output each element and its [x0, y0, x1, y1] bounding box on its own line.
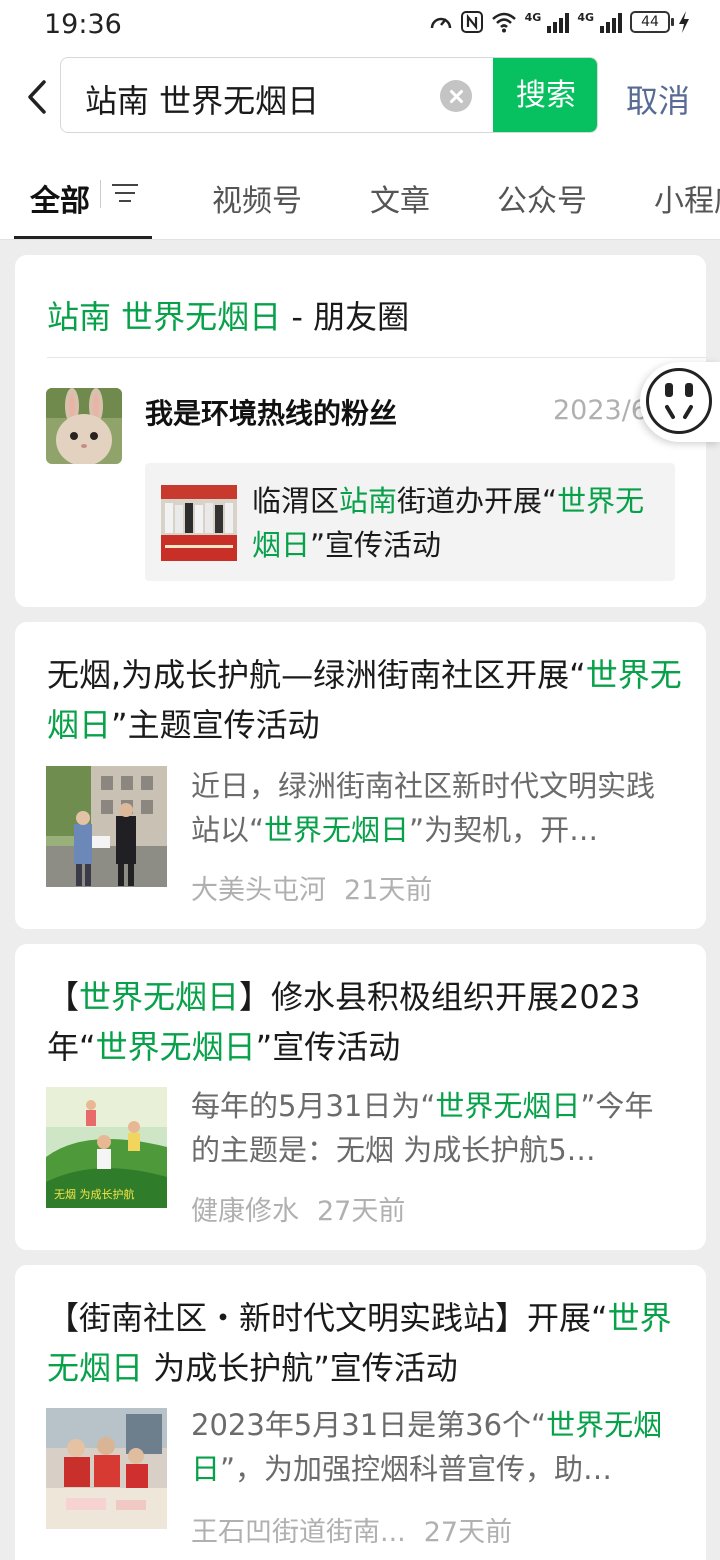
avatar[interactable] [46, 388, 122, 464]
shared-link-thumbnail [161, 485, 237, 561]
status-bar: 19:36 4G 4G 44 [0, 0, 720, 52]
tab-all[interactable]: 全部 [30, 176, 90, 220]
active-tab-indicator [14, 236, 152, 239]
tab-articles[interactable]: 文章 [370, 176, 430, 220]
article-meta: 王石凹街道街南... 27天前 [191, 1510, 512, 1549]
wifi-icon [491, 12, 516, 33]
speed-gauge-icon [430, 17, 451, 29]
filter-icon[interactable] [112, 182, 140, 204]
svg-text:无烟 为成长护航: 无烟 为成长护航 [54, 1187, 135, 1201]
moments-title-highlight: 站南 世界无烟日 [47, 298, 282, 336]
article-thumbnail [46, 766, 167, 887]
search-input[interactable]: 站南 世界无烟日 [85, 76, 319, 122]
moments-result-card[interactable]: 站南 世界无烟日 - 朋友圈 我是环境热线的粉丝 2023/6 临渭区站南街道办… [15, 255, 706, 607]
signal-icon-2 [600, 11, 622, 33]
search-button[interactable]: 搜索 [493, 58, 597, 132]
article-source[interactable]: 健康修水 [191, 1196, 299, 1227]
article-time: 27天前 [317, 1196, 406, 1227]
article-result-card[interactable]: 【世界无烟日】修水县积极组织开展2023年“世界无烟日”宣传活动 无烟 为成长护… [15, 944, 706, 1250]
nfc-icon [460, 11, 483, 33]
article-thumbnail [46, 1408, 167, 1529]
article-time: 21天前 [344, 875, 433, 906]
search-header: 站南 世界无烟日 搜索 取消 [0, 52, 720, 152]
article-meta: 健康修水 27天前 [191, 1189, 405, 1228]
battery-icon: 44 [630, 11, 674, 33]
article-description: 2023年5月31日是第36个“世界无烟日”，为加强控烟科普宣传，助… [191, 1408, 663, 1486]
article-title[interactable]: 无烟,为成长护航—绿洲街南社区开展“世界无烟日”主题宣传活动 [47, 650, 687, 750]
moments-title-suffix: - 朋友圈 [281, 298, 410, 336]
floating-assistant-button[interactable] [640, 362, 720, 442]
tab-official-accounts[interactable]: 公众号 [497, 176, 587, 220]
article-title[interactable]: 【世界无烟日】修水县积极组织开展2023年“世界无烟日”宣传活动 [47, 972, 687, 1072]
charging-bolt-icon [679, 11, 689, 33]
shared-link-title: 临渭区站南街道办开展“世界无烟日”宣传活动 [252, 484, 645, 562]
article-description: 每年的5月31日为“世界无烟日”今年的主题是：无烟 为成长护航5… [191, 1089, 654, 1167]
article-source[interactable]: 大美头屯河 [191, 875, 326, 906]
poster-name[interactable]: 我是环境热线的粉丝 [145, 392, 397, 432]
article-result-card[interactable]: 无烟,为成长护航—绿洲街南社区开展“世界无烟日”主题宣传活动 近日，绿洲街南社区… [15, 622, 706, 929]
network-type-1: 4G [524, 11, 542, 24]
moments-card-title[interactable]: 站南 世界无烟日 - 朋友圈 [47, 292, 409, 338]
signal-icon-1 [547, 11, 570, 33]
category-tabs: 全部 视频号 文章 公众号 小程序 [0, 152, 720, 240]
article-thumbnail: 无烟 为成长护航 [46, 1087, 167, 1208]
cancel-button[interactable]: 取消 [626, 76, 690, 122]
status-icons: 4G 4G 44 [429, 11, 690, 33]
tab-divider [100, 180, 101, 208]
back-arrow-icon[interactable] [20, 72, 60, 122]
tab-channels[interactable]: 视频号 [212, 176, 302, 220]
clear-icon[interactable] [440, 80, 472, 112]
tab-mini-programs[interactable]: 小程序 [654, 176, 720, 220]
article-time: 27天前 [423, 1517, 513, 1548]
network-type-2: 4G [577, 11, 594, 24]
shared-link[interactable]: 临渭区站南街道办开展“世界无烟日”宣传活动 [145, 463, 675, 581]
divider [47, 357, 706, 358]
article-result-card[interactable]: 【街南社区・新时代文明实践站】开展“世界无烟日 为成长护航”宣传活动 2023年… [15, 1265, 706, 1560]
plug-icon [646, 368, 712, 434]
status-time: 19:36 [44, 9, 122, 40]
article-source[interactable]: 王石凹街道街南... [191, 1517, 406, 1548]
search-box: 站南 世界无烟日 搜索 [60, 57, 598, 133]
article-meta: 大美头屯河 21天前 [191, 868, 432, 907]
article-title[interactable]: 【街南社区・新时代文明实践站】开展“世界无烟日 为成长护航”宣传活动 [47, 1293, 687, 1393]
article-description: 近日，绿洲街南社区新时代文明实践站以“世界无烟日”为契机，开… [191, 769, 656, 847]
